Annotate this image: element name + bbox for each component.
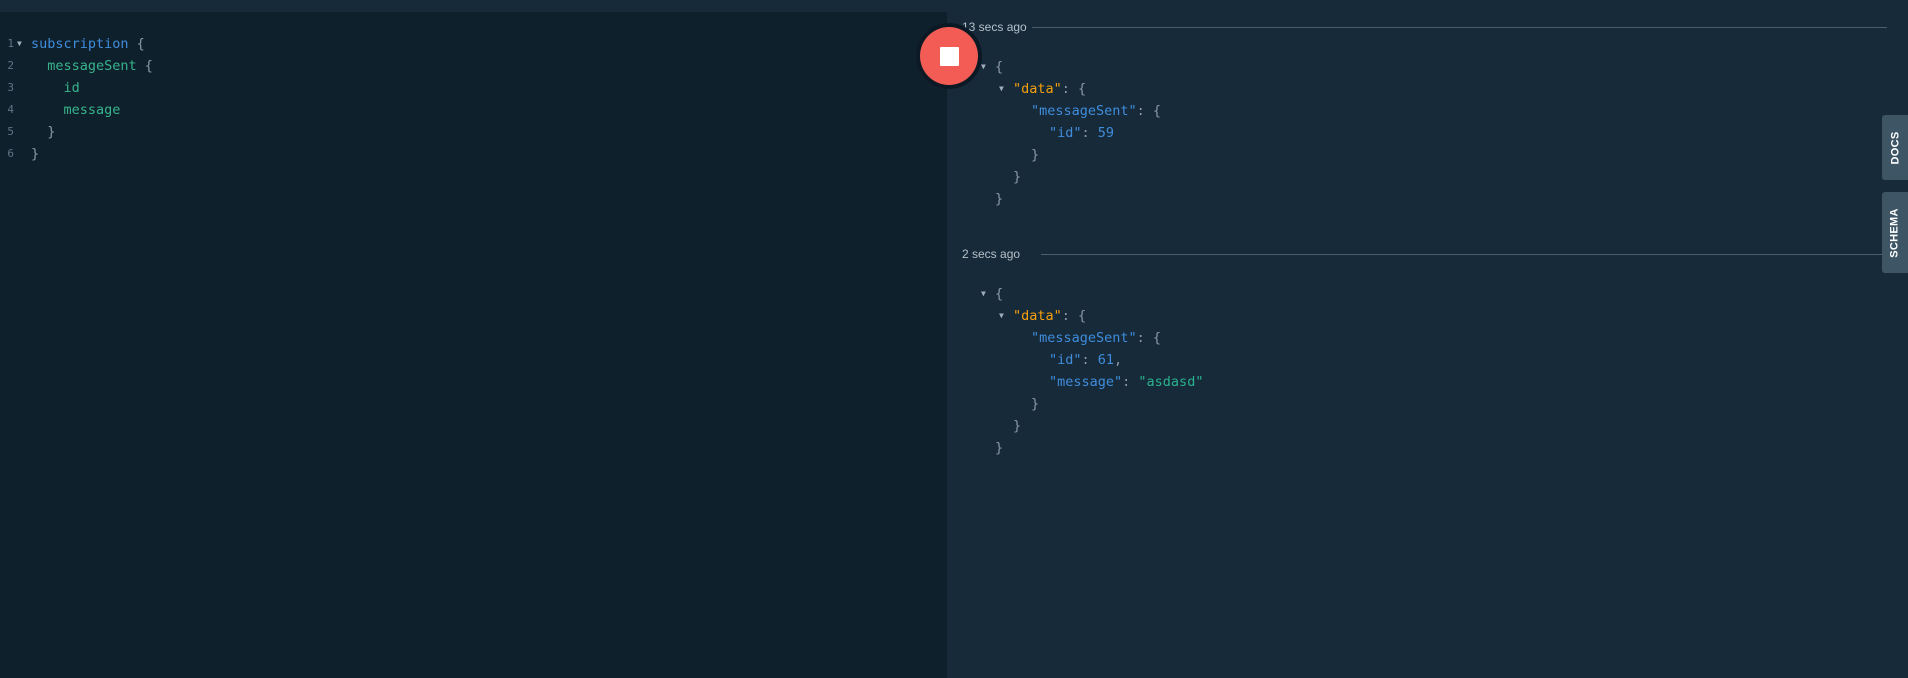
json-token: "messageSent" [1031, 330, 1137, 346]
subscription-result: 2 secs ago ▼{▼ "data": {"messageSent": {"… [947, 246, 1887, 456]
json-token: "asdasd" [1138, 374, 1204, 390]
json-token: } [1013, 169, 1022, 185]
query-editor[interactable]: 1 ▼ subscription {2 messageSent {3 id 4 mes… [0, 0, 947, 678]
editor-line[interactable]: 6} [0, 143, 940, 165]
editor-line[interactable]: 4 message [0, 99, 940, 121]
code-text: } [31, 143, 39, 165]
json-token: : { [1136, 103, 1162, 119]
json-token: } [1031, 147, 1040, 163]
code-token: } [47, 124, 56, 140]
json-text: "data": { [1013, 305, 1086, 327]
json-token: } [1013, 418, 1022, 434]
json-token: "messageSent" [1031, 103, 1137, 119]
code-token: { [128, 36, 145, 52]
line-number: 2 [7, 59, 14, 72]
code-token: id [63, 80, 80, 96]
json-token: } [1031, 396, 1040, 412]
line-number: 3 [7, 81, 14, 94]
json-text: } [1013, 166, 1021, 188]
line-number: 4 [7, 103, 14, 116]
result-header: 2 secs ago [947, 246, 1887, 262]
json-token: : [1081, 125, 1098, 141]
json-token: "message" [1049, 374, 1123, 390]
json-text: "id": 61, [1049, 349, 1122, 371]
json-text: } [1031, 144, 1039, 166]
result-timestamp: 2 secs ago [962, 247, 1021, 261]
json-token: "id" [1049, 125, 1082, 141]
code-token: } [31, 146, 40, 162]
json-text: "messageSent": { [1031, 327, 1161, 349]
json-text: "data": { [1013, 78, 1086, 100]
graphql-playground: 1 ▼ subscription {2 messageSent {3 id 4 mes… [0, 0, 1908, 678]
json-token: } [995, 440, 1004, 456]
caret-down-icon[interactable]: ▼ [981, 283, 986, 305]
editor-line[interactable]: 3 id [0, 77, 940, 99]
result-divider [1032, 27, 1887, 28]
json-text: "messageSent": { [1031, 100, 1161, 122]
json-text: { [995, 56, 1003, 78]
result-divider [1041, 254, 1887, 255]
docs-tab[interactable]: DOCS [1882, 115, 1908, 180]
json-token: : { [1136, 330, 1162, 346]
result-pane: 13 secs ago ▼{▼ "data": {"messageSent": {… [947, 0, 1908, 678]
stop-icon [939, 46, 959, 66]
code-text: id [31, 77, 80, 99]
editor-line[interactable]: 1 ▼ subscription { [0, 33, 940, 55]
result-header: 13 secs ago [947, 19, 1887, 35]
json-token: 61 [1097, 352, 1115, 368]
json-token: } [995, 191, 1004, 207]
code-text: messageSent { [31, 55, 153, 77]
code-text: subscription { [31, 33, 145, 55]
code-token: messageSent [47, 58, 137, 74]
docs-tab-label: DOCS [1889, 131, 1902, 164]
json-token: { [995, 286, 1004, 302]
json-token: { [995, 59, 1004, 75]
line-number: 6 [7, 147, 14, 160]
schema-tab-label: SCHEMA [1889, 207, 1901, 258]
json-token: : { [1061, 81, 1087, 97]
json-token: : [1122, 374, 1139, 390]
code-token: message [63, 102, 121, 118]
query-code[interactable]: 1 ▼ subscription {2 messageSent {3 id 4 mes… [0, 33, 940, 165]
stop-subscription-button[interactable] [920, 27, 978, 85]
editor-top-bar [0, 0, 947, 12]
code-token: subscription [31, 36, 129, 52]
caret-down-icon[interactable]: ▼ [17, 33, 22, 55]
caret-down-icon[interactable]: ▼ [999, 78, 1004, 100]
json-text: } [1031, 393, 1039, 415]
json-token: "id" [1049, 352, 1082, 368]
json-text: } [1013, 415, 1021, 437]
code-token: { [136, 58, 153, 74]
json-token: 59 [1097, 125, 1115, 141]
json-text: "id": 59 [1049, 122, 1114, 144]
json-text: "message": "asdasd" [1049, 371, 1203, 393]
json-token: : [1081, 352, 1098, 368]
editor-line[interactable]: 2 messageSent { [0, 55, 940, 77]
json-token: "data" [1013, 81, 1062, 97]
json-text: } [995, 188, 1003, 210]
json-token: , [1114, 352, 1123, 368]
code-text: } [31, 121, 55, 143]
json-token: : { [1061, 308, 1087, 324]
json-text: } [995, 437, 1003, 459]
json-token: "data" [1013, 308, 1062, 324]
stop-button-ring [916, 23, 982, 89]
editor-line[interactable]: 5 } [0, 121, 940, 143]
json-text: { [995, 283, 1003, 305]
schema-tab[interactable]: SCHEMA [1882, 192, 1908, 273]
line-number: 1 [7, 37, 14, 50]
caret-down-icon[interactable]: ▼ [999, 305, 1004, 327]
subscription-result: 13 secs ago ▼{▼ "data": {"messageSent": {… [947, 19, 1887, 207]
line-number: 5 [7, 125, 14, 138]
code-text: message [31, 99, 121, 121]
